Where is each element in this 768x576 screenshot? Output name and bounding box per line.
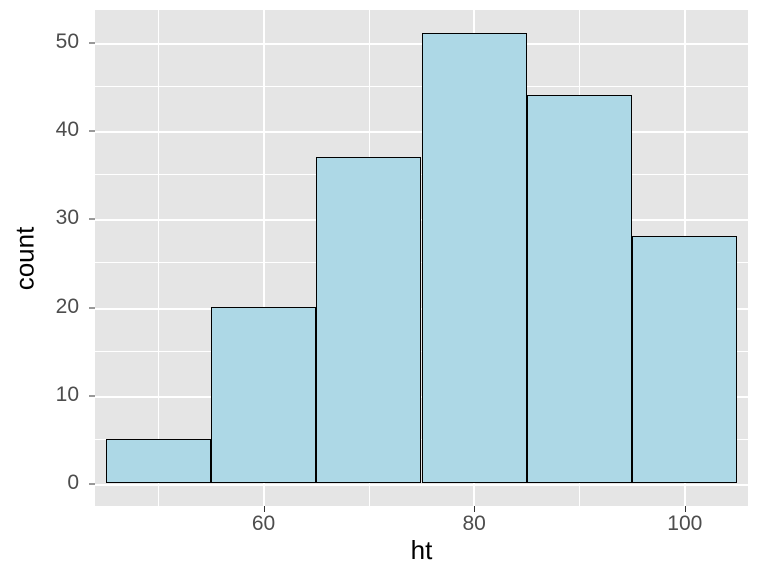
- histogram-bar: [632, 236, 737, 483]
- histogram-bar: [527, 95, 632, 483]
- x-tick-mark: [264, 506, 265, 512]
- y-tick-mark: [89, 131, 95, 132]
- histogram-chart: count ht 0 10 20 30 40 50 60 80 100: [0, 0, 768, 576]
- histogram-bar: [316, 157, 421, 484]
- x-tick-label: 100: [667, 512, 702, 536]
- x-axis-title-text: ht: [411, 535, 433, 565]
- y-tick-label: 0: [67, 471, 79, 495]
- x-tick-label: 80: [462, 512, 485, 536]
- y-tick-mark: [89, 219, 95, 220]
- histogram-bar: [211, 307, 316, 484]
- plot-panel: [95, 10, 748, 506]
- y-axis-title: count: [10, 0, 40, 516]
- y-tick-mark: [89, 42, 95, 43]
- y-tick-mark: [89, 484, 95, 485]
- x-tick-mark: [474, 506, 475, 512]
- x-tick-label: 60: [252, 512, 275, 536]
- x-tick-mark: [685, 506, 686, 512]
- y-tick-label: 10: [56, 383, 79, 407]
- histogram-bar: [422, 33, 527, 483]
- histogram-bar: [106, 439, 211, 483]
- y-tick-label: 40: [56, 118, 79, 142]
- y-tick-label: 30: [56, 206, 79, 230]
- bars-layer: [95, 10, 748, 506]
- y-axis-title-text: count: [10, 226, 41, 290]
- y-tick-mark: [89, 307, 95, 308]
- x-axis-title: ht: [95, 535, 748, 566]
- y-tick-labels: 0 10 20 30 40 50: [40, 10, 85, 506]
- y-tick-label: 50: [56, 30, 79, 54]
- y-tick-label: 20: [56, 295, 79, 319]
- y-tick-mark: [89, 395, 95, 396]
- x-tick-labels: 60 80 100: [95, 512, 748, 536]
